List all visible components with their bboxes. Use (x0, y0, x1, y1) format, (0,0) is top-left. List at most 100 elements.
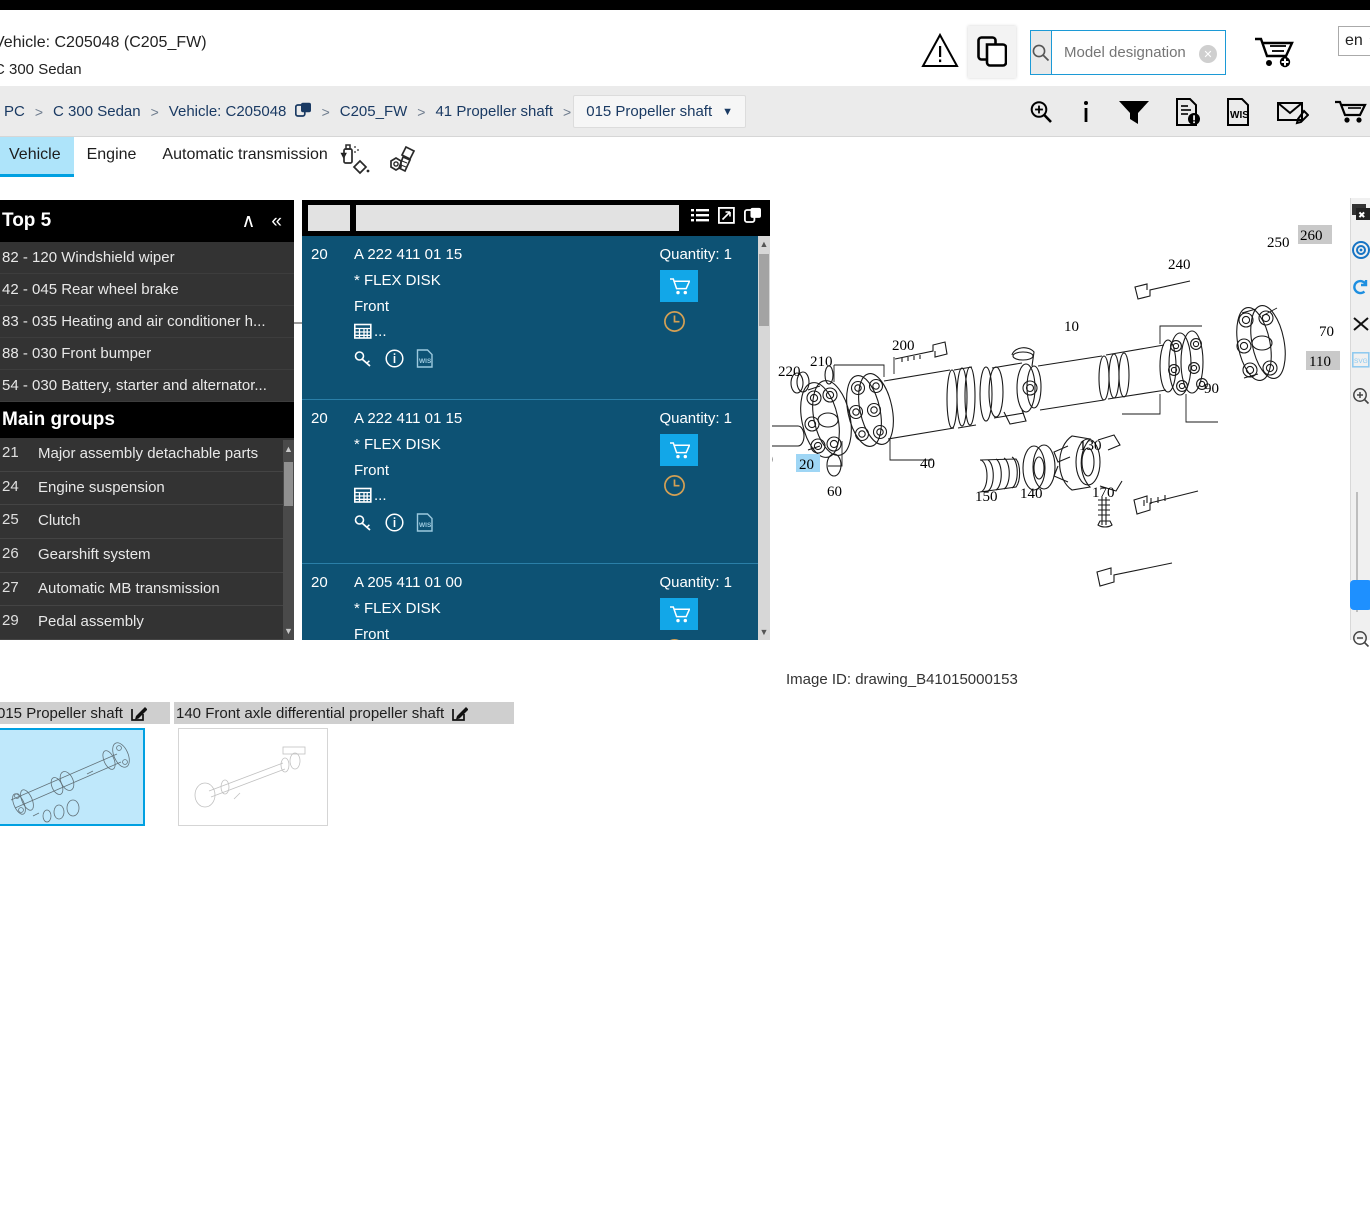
top5-item[interactable]: 42 - 045 Rear wheel brake (0, 274, 294, 306)
cart-add-button[interactable] (1252, 34, 1300, 70)
info-icon[interactable] (1079, 99, 1093, 125)
add-to-cart-button[interactable] (660, 598, 698, 630)
part-quantity: Quantity: 1 (659, 574, 732, 591)
mail-edit-icon[interactable] (1277, 99, 1309, 125)
breadcrumb-item-variant[interactable]: C205_FW (332, 103, 416, 120)
bolt-hardware-icon[interactable] (386, 143, 420, 182)
filter-icon[interactable] (1118, 99, 1150, 125)
edit-icon[interactable] (131, 705, 147, 721)
scrollbar-thumb[interactable] (759, 254, 769, 326)
tab-automatic-transmission[interactable]: Automatic transmission ▼ (149, 137, 362, 174)
info-circle-icon[interactable] (385, 513, 404, 537)
scroll-up-icon[interactable]: ▲ (758, 236, 770, 252)
thumbnail-image-selected[interactable] (0, 728, 145, 826)
main-group-label: Engine suspension (38, 478, 165, 496)
key-icon[interactable] (354, 514, 373, 537)
clock-icon[interactable] (663, 474, 686, 502)
scroll-down-icon[interactable]: ▼ (283, 622, 294, 640)
callout-110: 110 (1309, 354, 1331, 370)
breadcrumb-bar: PC > C 300 Sedan > Vehicle: C205048 > C2… (0, 86, 1370, 137)
main-group-item-25[interactable]: 25 Clutch (0, 505, 294, 540)
part-table-link[interactable]: ... (354, 487, 770, 504)
callout-220: 220 (778, 364, 801, 380)
collapse-up-icon[interactable]: ∧ (242, 212, 256, 231)
scrollbar-thumb[interactable] (284, 462, 293, 506)
collapse-left-icon[interactable]: « (271, 212, 282, 231)
main-group-num: 21 (2, 444, 19, 461)
part-row[interactable]: 20 A 222 411 01 15 * FLEX DISK Front ...… (302, 236, 770, 400)
callout-70: 70 (1319, 324, 1334, 340)
top5-item[interactable]: 82 - 120 Windshield wiper (0, 242, 294, 274)
svg-text:✖: ✖ (1358, 210, 1366, 220)
paint-spray-icon[interactable] (338, 143, 372, 182)
breadcrumb-item-model[interactable]: C 300 Sedan (45, 103, 149, 120)
expand-fullscreen-icon[interactable] (717, 206, 735, 229)
model-search-box[interactable]: ✕ (1030, 30, 1265, 75)
zoom-in-icon[interactable] (1352, 387, 1370, 410)
main-group-num: 27 (2, 578, 19, 596)
copy-documents-button[interactable] (968, 26, 1016, 78)
tab-engine[interactable]: Engine (74, 137, 150, 174)
rotate-icon[interactable] (1352, 278, 1370, 301)
clock-icon[interactable] (663, 310, 686, 338)
info-circle-icon[interactable] (385, 349, 404, 373)
breadcrumb-item-pc[interactable]: PC (0, 103, 33, 120)
parts-scrollbar[interactable]: ▲ ▼ (758, 236, 770, 640)
close-x-icon[interactable] (1352, 315, 1370, 338)
zoom-in-icon[interactable] (1028, 99, 1054, 125)
part-quantity-label: Quantity: (659, 246, 720, 263)
part-table-ellipsis: ... (374, 487, 387, 504)
sidebar-scrollbar[interactable]: ▲ ▼ (283, 440, 294, 640)
top5-header: Top 5 ∧ « (0, 200, 294, 242)
cart-icon[interactable] (1334, 99, 1368, 125)
copy-icon[interactable] (294, 102, 312, 122)
top5-item[interactable]: 88 - 030 Front bumper (0, 338, 294, 370)
main-group-item-24[interactable]: 24 Engine suspension (0, 472, 294, 506)
tab-vehicle[interactable]: Vehicle (0, 137, 74, 177)
target-icon[interactable] (1351, 241, 1370, 264)
clock-icon[interactable] (663, 638, 686, 640)
svg-text:WIS: WIS (419, 522, 432, 529)
parts-filter-cell[interactable] (308, 205, 350, 231)
scroll-down-icon[interactable]: ▼ (758, 624, 770, 640)
wis-icon[interactable]: WIS (416, 513, 434, 537)
copy-icon[interactable] (743, 207, 762, 229)
list-view-icon[interactable] (691, 208, 709, 229)
document-alert-icon[interactable] (1175, 97, 1201, 126)
main-group-item-26[interactable]: 26 Gearshift system (0, 539, 294, 573)
language-selector[interactable]: en ▼ (1338, 26, 1370, 56)
search-icon (1031, 31, 1052, 74)
part-row[interactable]: 20 A 205 411 01 00 * FLEX DISK Front ...… (302, 564, 770, 640)
parts-filter-input[interactable] (356, 205, 679, 231)
svg-icon[interactable]: SVG (1351, 352, 1370, 373)
zoom-out-icon[interactable] (1352, 630, 1370, 653)
main-group-item-21[interactable]: 21 Major assembly detachable parts (0, 438, 294, 472)
thumbnail-image[interactable] (178, 728, 328, 826)
technical-drawing-panel[interactable]: 220 210 200 10 240 250 260 70 110 90 30 … (772, 198, 1350, 640)
part-position: 20 (311, 574, 328, 591)
edit-icon[interactable] (452, 705, 469, 721)
callout-200: 200 (892, 338, 915, 354)
zoom-slider-handle[interactable] (1350, 580, 1370, 610)
part-row[interactable]: 20 A 222 411 01 15 * FLEX DISK Front ...… (302, 400, 770, 564)
warning-triangle-icon[interactable] (920, 32, 960, 70)
part-table-link[interactable]: ... (354, 323, 770, 340)
top5-item[interactable]: 54 - 030 Battery, starter and alternator… (0, 370, 294, 402)
breadcrumb-item-group[interactable]: 41 Propeller shaft (427, 103, 561, 120)
top5-item[interactable]: 83 - 035 Heating and air conditioner h..… (0, 306, 294, 338)
wis-document-icon[interactable]: WIS (1226, 97, 1252, 126)
wis-icon[interactable]: WIS (416, 349, 434, 373)
breadcrumb-item-subgroup-selected[interactable]: 015 Propeller shaft ▼ (573, 95, 747, 128)
add-to-cart-button[interactable] (660, 434, 698, 466)
add-to-cart-button[interactable] (660, 270, 698, 302)
fit-screen-icon[interactable]: ✖ (1351, 204, 1370, 227)
main-group-item-29[interactable]: 29 Pedal assembly (0, 606, 294, 640)
breadcrumb-item-vehicle[interactable]: Vehicle: C205048 (161, 102, 320, 122)
model-search-clear-icon[interactable]: ✕ (1199, 45, 1217, 63)
language-label: en (1345, 32, 1363, 49)
scroll-up-icon[interactable]: ▲ (283, 440, 294, 458)
model-search-input[interactable] (1052, 31, 1265, 74)
main-group-item-27[interactable]: 27 Automatic MB transmission (0, 573, 294, 607)
key-icon[interactable] (354, 350, 373, 373)
parts-panel-toolbar (302, 200, 770, 236)
